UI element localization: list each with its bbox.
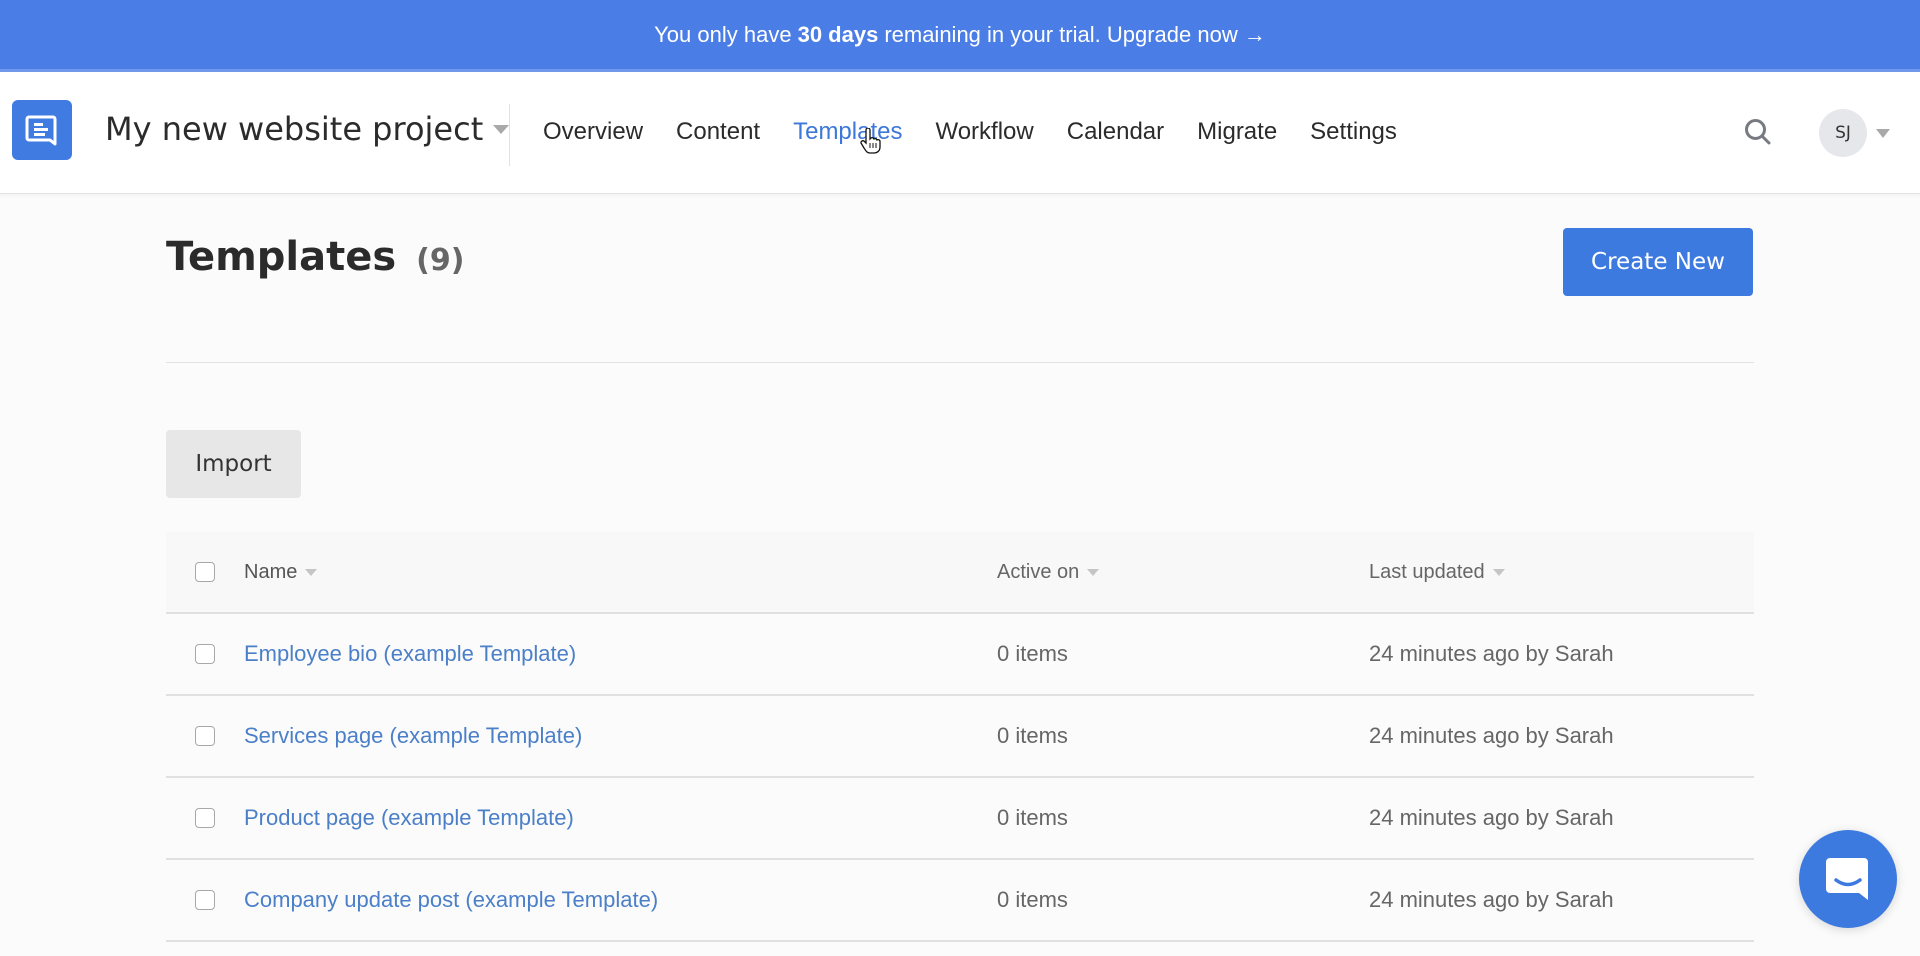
chevron-down-icon — [493, 124, 510, 134]
table-row: Product page (example Template) 0 items … — [166, 778, 1754, 860]
search-icon — [1745, 119, 1771, 145]
nav-calendar[interactable]: Calendar — [1067, 118, 1164, 146]
row-checkbox[interactable] — [195, 644, 215, 664]
nav-content[interactable]: Content — [676, 118, 760, 146]
sort-last-updated[interactable]: Last updated — [1369, 561, 1505, 584]
page-title: Templates (9) — [166, 234, 464, 280]
table-row: Company update post (example Template) 0… — [166, 860, 1754, 942]
banner-upgrade-link[interactable]: remaining in your trial. Upgrade now → — [884, 22, 1266, 48]
nav-workflow[interactable]: Workflow — [935, 118, 1033, 146]
column-active-label: Active on — [997, 560, 1080, 583]
template-link[interactable]: Employee bio (example Template) — [244, 641, 576, 666]
table-row: Employee bio (example Template) 0 items … — [166, 614, 1754, 696]
divider — [509, 104, 510, 166]
template-link[interactable]: Services page (example Template) — [244, 723, 582, 748]
search-button[interactable] — [1743, 117, 1773, 147]
active-on-value: 0 items — [997, 723, 1068, 748]
active-on-value: 0 items — [997, 641, 1068, 666]
create-new-button[interactable]: Create New — [1563, 228, 1753, 296]
chat-launcher-button[interactable] — [1799, 830, 1897, 928]
divider — [166, 362, 1754, 363]
template-link[interactable]: Product page (example Template) — [244, 805, 574, 830]
page-title-text: Templates — [166, 234, 397, 280]
sort-caret-icon — [1087, 568, 1100, 576]
sort-caret-icon — [305, 568, 318, 576]
select-all-checkbox[interactable] — [195, 562, 215, 582]
row-checkbox[interactable] — [195, 808, 215, 828]
nav-migrate[interactable]: Migrate — [1197, 118, 1277, 146]
trial-banner[interactable]: You only have 30 days remaining in your … — [0, 0, 1920, 72]
sort-name[interactable]: Name — [244, 560, 318, 584]
nav-settings[interactable]: Settings — [1310, 118, 1397, 146]
nav-templates[interactable]: Templates — [793, 118, 902, 146]
banner-prefix: You only have — [654, 21, 792, 47]
last-updated-value: 24 minutes ago by Sarah — [1369, 723, 1614, 748]
row-checkbox[interactable] — [195, 890, 215, 910]
table-header: Name Active on Last updated — [166, 532, 1754, 614]
column-updated-label: Last updated — [1369, 560, 1485, 583]
main-nav: Overview Content Templates Workflow Cale… — [543, 118, 1397, 146]
last-updated-value: 24 minutes ago by Sarah — [1369, 805, 1614, 830]
sort-caret-icon — [1492, 568, 1505, 576]
project-switcher[interactable]: My new website project — [105, 110, 510, 148]
active-on-value: 0 items — [997, 887, 1068, 912]
chevron-down-icon[interactable] — [1876, 129, 1890, 138]
import-button[interactable]: Import — [166, 430, 301, 498]
templates-table: Name Active on Last updated Employee bio… — [166, 532, 1754, 942]
project-name: My new website project — [105, 110, 484, 148]
last-updated-value: 24 minutes ago by Sarah — [1369, 887, 1614, 912]
row-checkbox[interactable] — [195, 726, 215, 746]
top-navigation: My new website project Overview Content … — [0, 72, 1920, 194]
sort-active-on[interactable]: Active on — [997, 560, 1100, 584]
chat-document-icon — [25, 115, 57, 146]
chat-smile-icon — [1826, 858, 1868, 900]
active-on-value: 0 items — [997, 805, 1068, 830]
template-count: (9) — [416, 243, 465, 278]
user-avatar[interactable]: SJ — [1819, 109, 1867, 157]
app-logo[interactable] — [12, 100, 72, 160]
column-name-label: Name — [244, 560, 298, 583]
nav-overview[interactable]: Overview — [543, 118, 643, 146]
banner-days: 30 days — [797, 21, 879, 47]
last-updated-value: 24 minutes ago by Sarah — [1369, 641, 1614, 666]
template-link[interactable]: Company update post (example Template) — [244, 887, 658, 912]
table-row: Services page (example Template) 0 items… — [166, 696, 1754, 778]
